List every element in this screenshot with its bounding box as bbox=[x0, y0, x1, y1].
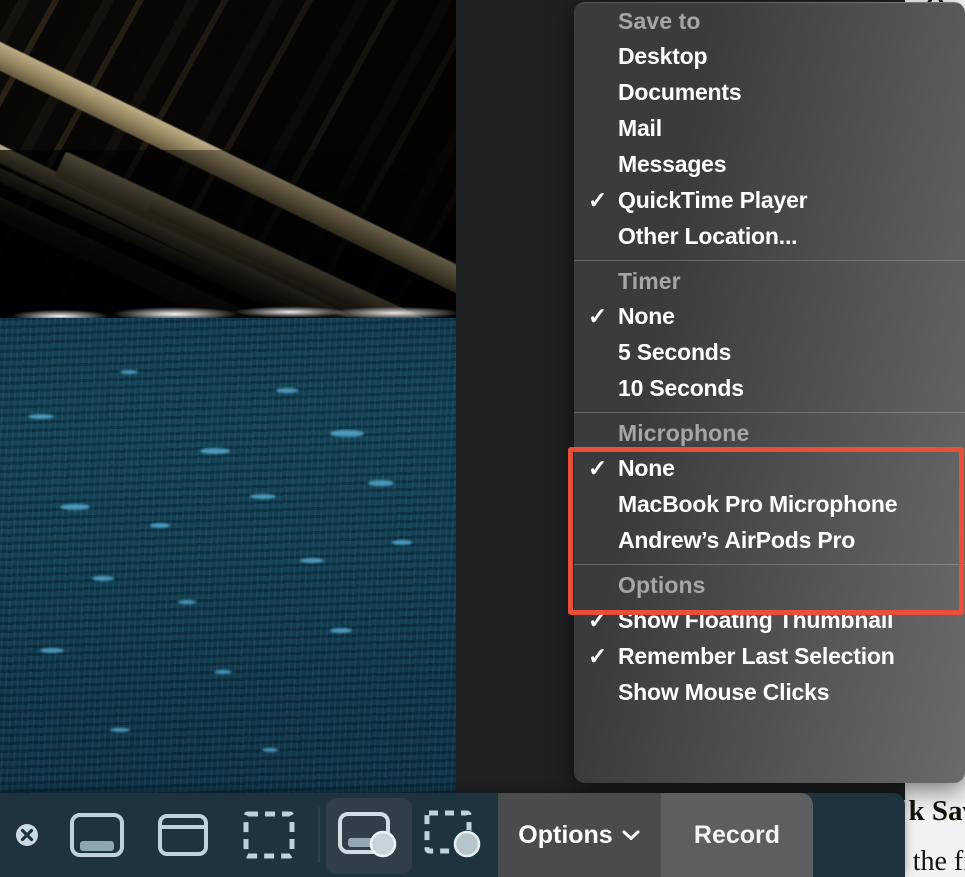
record-selected-portion-icon bbox=[424, 810, 481, 858]
menu-divider bbox=[574, 564, 965, 565]
capture-selected-window-button[interactable] bbox=[140, 793, 226, 877]
selected-portion-icon bbox=[243, 811, 295, 859]
menu-item-save-to[interactable]: ✓Documents bbox=[574, 74, 965, 110]
options-button-label: Options bbox=[518, 820, 613, 849]
menu-item-label: Messages bbox=[618, 150, 727, 177]
menu-section-save-to: Save to✓Desktop✓Documents✓Mail✓Messages✓… bbox=[574, 3, 965, 254]
options-popover-menu[interactable]: Save to✓Desktop✓Documents✓Mail✓Messages✓… bbox=[574, 2, 965, 783]
selected-window-icon bbox=[158, 814, 208, 856]
menu-item-label: None bbox=[618, 302, 675, 329]
document-text-body: the fi bbox=[912, 846, 965, 877]
menu-item-save-to[interactable]: ✓Other Location... bbox=[574, 218, 965, 254]
menu-item-label: Documents bbox=[618, 78, 742, 105]
screenshot-toolbar[interactable]: Options Record bbox=[0, 793, 905, 877]
menu-divider bbox=[574, 260, 965, 261]
menu-item-label: Mail bbox=[618, 114, 662, 141]
entire-screen-icon bbox=[70, 813, 124, 857]
menu-section-timer: Timer ✓ None ✓5 Seconds✓10 Seconds bbox=[574, 263, 965, 406]
menu-section-options: Options ✓ Show Floating Thumbnail ✓ Remember… bbox=[574, 567, 965, 710]
menu-item-label: 5 Seconds bbox=[618, 338, 732, 365]
record-selected-portion-button[interactable] bbox=[412, 793, 498, 877]
record-entire-screen-icon bbox=[338, 812, 397, 858]
menu-item-label: QuickTime Player bbox=[618, 186, 808, 213]
menu-item-label: 10 Seconds bbox=[618, 374, 744, 401]
document-text-heading: k Sav bbox=[908, 795, 965, 827]
menu-item-options[interactable]: ✓ Show Floating Thumbnail bbox=[574, 602, 965, 638]
menu-item-save-to[interactable]: ✓Mail bbox=[574, 110, 965, 146]
menu-item-label: Andrew’s AirPods Pro bbox=[618, 526, 856, 553]
capture-selected-portion-button[interactable] bbox=[226, 793, 312, 877]
toolbar-divider bbox=[318, 807, 320, 863]
options-button[interactable]: Options bbox=[498, 793, 661, 877]
menu-item-timer[interactable]: ✓ None bbox=[574, 298, 965, 334]
wallpaper-ocean bbox=[0, 318, 456, 800]
menu-item-timer[interactable]: ✓5 Seconds bbox=[574, 334, 965, 370]
record-entire-screen-button[interactable] bbox=[326, 798, 412, 874]
menu-item-microphone[interactable]: ✓Andrew’s AirPods Pro bbox=[574, 522, 965, 558]
menu-item-save-to[interactable]: ✓ QuickTime Player bbox=[574, 182, 965, 218]
menu-section-header: Timer bbox=[618, 268, 681, 294]
checkmark-icon: ✓ bbox=[588, 642, 608, 669]
menu-section-header: Microphone bbox=[618, 420, 750, 446]
menu-item-save-to[interactable]: ✓Desktop bbox=[574, 38, 965, 74]
menu-item-options[interactable]: ✓ Remember Last Selection bbox=[574, 638, 965, 674]
desktop-wallpaper bbox=[0, 0, 456, 800]
menu-section-microphone: Microphone ✓ None ✓MacBook Pro Microphone✓A… bbox=[574, 415, 965, 558]
menu-item-save-to[interactable]: ✓Messages bbox=[574, 146, 965, 182]
menu-item-label: Other Location... bbox=[618, 222, 798, 249]
menu-item-microphone[interactable]: ✓MacBook Pro Microphone bbox=[574, 486, 965, 522]
checkmark-icon: ✓ bbox=[588, 454, 608, 481]
menu-item-timer[interactable]: ✓10 Seconds bbox=[574, 370, 965, 406]
menu-item-label: Desktop bbox=[618, 42, 708, 69]
menu-item-label: None bbox=[618, 454, 675, 481]
menu-item-options[interactable]: ✓Show Mouse Clicks bbox=[574, 674, 965, 710]
chevron-down-icon bbox=[622, 830, 640, 840]
menu-item-label: Show Floating Thumbnail bbox=[618, 606, 894, 633]
menu-item-label: Show Mouse Clicks bbox=[618, 678, 830, 705]
checkmark-icon: ✓ bbox=[588, 606, 608, 633]
checkmark-icon: ✓ bbox=[588, 302, 608, 329]
menu-section-header: Options bbox=[618, 572, 706, 598]
menu-item-microphone[interactable]: ✓ None bbox=[574, 450, 965, 486]
checkmark-icon: ✓ bbox=[588, 186, 608, 213]
menu-divider bbox=[574, 412, 965, 413]
screenshot-root: 1. Open Qu k Sav the fi bbox=[0, 0, 965, 877]
menu-section-header: Save to bbox=[618, 8, 701, 34]
record-button[interactable]: Record bbox=[661, 793, 813, 877]
close-x-icon[interactable] bbox=[0, 793, 54, 877]
capture-entire-screen-button[interactable] bbox=[54, 793, 140, 877]
menu-item-label: MacBook Pro Microphone bbox=[618, 490, 898, 517]
menu-item-label: Remember Last Selection bbox=[618, 642, 895, 669]
record-button-label: Record bbox=[693, 820, 781, 849]
